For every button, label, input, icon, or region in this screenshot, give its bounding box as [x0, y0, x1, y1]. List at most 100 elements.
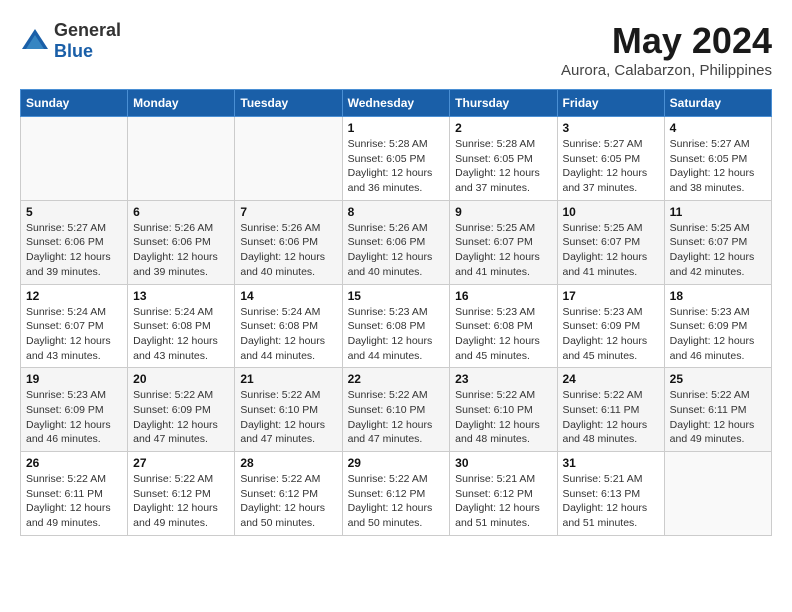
day-number: 9 — [455, 205, 551, 219]
day-number: 20 — [133, 372, 229, 386]
day-info: Sunrise: 5:28 AM Sunset: 6:05 PM Dayligh… — [455, 137, 551, 196]
calendar-cell: 21 Sunrise: 5:22 AM Sunset: 6:10 PM Dayli… — [235, 368, 342, 452]
day-info: Sunrise: 5:22 AM Sunset: 6:12 PM Dayligh… — [133, 472, 229, 531]
day-info: Sunrise: 5:23 AM Sunset: 6:09 PM Dayligh… — [670, 305, 766, 364]
header-friday: Friday — [557, 90, 664, 117]
calendar-cell — [664, 452, 771, 536]
day-info: Sunrise: 5:22 AM Sunset: 6:09 PM Dayligh… — [133, 388, 229, 447]
header-saturday: Saturday — [664, 90, 771, 117]
calendar-cell — [128, 117, 235, 201]
month-title: May 2024 — [561, 20, 772, 62]
calendar-cell: 13 Sunrise: 5:24 AM Sunset: 6:08 PM Dayli… — [128, 284, 235, 368]
day-number: 6 — [133, 205, 229, 219]
day-number: 14 — [240, 289, 336, 303]
calendar-cell: 18 Sunrise: 5:23 AM Sunset: 6:09 PM Dayli… — [664, 284, 771, 368]
calendar-header-row: SundayMondayTuesdayWednesdayThursdayFrid… — [21, 90, 772, 117]
calendar-cell: 14Sunrise: 5:24 AM Sunset: 6:08 PM Dayli… — [235, 284, 342, 368]
calendar-cell: 11 Sunrise: 5:25 AM Sunset: 6:07 PM Dayli… — [664, 200, 771, 284]
calendar-cell: 5 Sunrise: 5:27 AM Sunset: 6:06 PM Daylig… — [21, 200, 128, 284]
day-number: 26 — [26, 456, 122, 470]
calendar-cell — [235, 117, 342, 201]
title-area: May 2024 Aurora, Calabarzon, Philippines — [561, 20, 772, 79]
header-thursday: Thursday — [450, 90, 557, 117]
day-info: Sunrise: 5:22 AM Sunset: 6:12 PM Dayligh… — [240, 472, 336, 531]
page-header: General Blue May 2024 Aurora, Calabarzon… — [20, 20, 772, 79]
day-number: 17 — [563, 289, 659, 303]
week-row-1: 1 Sunrise: 5:28 AM Sunset: 6:05 PM Daylig… — [21, 117, 772, 201]
calendar-cell: 9 Sunrise: 5:25 AM Sunset: 6:07 PM Daylig… — [450, 200, 557, 284]
header-wednesday: Wednesday — [342, 90, 450, 117]
day-number: 8 — [348, 205, 445, 219]
calendar-cell — [21, 117, 128, 201]
day-number: 16 — [455, 289, 551, 303]
calendar-cell: 10Sunrise: 5:25 AM Sunset: 6:07 PM Dayli… — [557, 200, 664, 284]
day-info: Sunrise: 5:24 AM Sunset: 6:08 PM Dayligh… — [133, 305, 229, 364]
day-number: 3 — [563, 121, 659, 135]
day-info: Sunrise: 5:26 AM Sunset: 6:06 PM Dayligh… — [133, 221, 229, 280]
day-info: Sunrise: 5:23 AM Sunset: 6:09 PM Dayligh… — [26, 388, 122, 447]
calendar-cell: 3 Sunrise: 5:27 AM Sunset: 6:05 PM Daylig… — [557, 117, 664, 201]
calendar-cell: 28 Sunrise: 5:22 AM Sunset: 6:12 PM Dayli… — [235, 452, 342, 536]
day-number: 21 — [240, 372, 336, 386]
day-info: Sunrise: 5:22 AM Sunset: 6:10 PM Dayligh… — [240, 388, 336, 447]
header-tuesday: Tuesday — [235, 90, 342, 117]
calendar-cell: 6 Sunrise: 5:26 AM Sunset: 6:06 PM Daylig… — [128, 200, 235, 284]
header-sunday: Sunday — [21, 90, 128, 117]
week-row-5: 26Sunrise: 5:22 AM Sunset: 6:11 PM Dayli… — [21, 452, 772, 536]
day-number: 29 — [348, 456, 445, 470]
day-number: 1 — [348, 121, 445, 135]
day-info: Sunrise: 5:27 AM Sunset: 6:06 PM Dayligh… — [26, 221, 122, 280]
day-info: Sunrise: 5:27 AM Sunset: 6:05 PM Dayligh… — [563, 137, 659, 196]
day-info: Sunrise: 5:25 AM Sunset: 6:07 PM Dayligh… — [670, 221, 766, 280]
day-number: 4 — [670, 121, 766, 135]
calendar-cell: 15 Sunrise: 5:23 AM Sunset: 6:08 PM Dayli… — [342, 284, 450, 368]
day-info: Sunrise: 5:23 AM Sunset: 6:08 PM Dayligh… — [455, 305, 551, 364]
day-info: Sunrise: 5:24 AM Sunset: 6:07 PM Dayligh… — [26, 305, 122, 364]
day-info: Sunrise: 5:22 AM Sunset: 6:12 PM Dayligh… — [348, 472, 445, 531]
day-number: 23 — [455, 372, 551, 386]
day-info: Sunrise: 5:23 AM Sunset: 6:09 PM Dayligh… — [563, 305, 659, 364]
calendar-cell: 26Sunrise: 5:22 AM Sunset: 6:11 PM Dayli… — [21, 452, 128, 536]
calendar-cell: 30 Sunrise: 5:21 AM Sunset: 6:12 PM Dayli… — [450, 452, 557, 536]
calendar-cell: 4Sunrise: 5:27 AM Sunset: 6:05 PM Daylig… — [664, 117, 771, 201]
calendar-cell: 27 Sunrise: 5:22 AM Sunset: 6:12 PM Dayli… — [128, 452, 235, 536]
calendar-cell: 16 Sunrise: 5:23 AM Sunset: 6:08 PM Dayli… — [450, 284, 557, 368]
day-info: Sunrise: 5:22 AM Sunset: 6:10 PM Dayligh… — [455, 388, 551, 447]
day-info: Sunrise: 5:22 AM Sunset: 6:11 PM Dayligh… — [563, 388, 659, 447]
day-info: Sunrise: 5:21 AM Sunset: 6:12 PM Dayligh… — [455, 472, 551, 531]
logo-blue: Blue — [54, 41, 93, 61]
day-info: Sunrise: 5:23 AM Sunset: 6:08 PM Dayligh… — [348, 305, 445, 364]
day-info: Sunrise: 5:25 AM Sunset: 6:07 PM Dayligh… — [455, 221, 551, 280]
logo: General Blue — [20, 20, 121, 62]
logo-general: General — [54, 20, 121, 40]
calendar-cell: 12 Sunrise: 5:24 AM Sunset: 6:07 PM Dayli… — [21, 284, 128, 368]
calendar-cell: 1 Sunrise: 5:28 AM Sunset: 6:05 PM Daylig… — [342, 117, 450, 201]
day-info: Sunrise: 5:26 AM Sunset: 6:06 PM Dayligh… — [348, 221, 445, 280]
day-number: 2 — [455, 121, 551, 135]
day-number: 7 — [240, 205, 336, 219]
day-number: 27 — [133, 456, 229, 470]
calendar-cell: 19Sunrise: 5:23 AM Sunset: 6:09 PM Dayli… — [21, 368, 128, 452]
day-number: 30 — [455, 456, 551, 470]
day-number: 18 — [670, 289, 766, 303]
day-number: 13 — [133, 289, 229, 303]
calendar-cell: 25Sunrise: 5:22 AM Sunset: 6:11 PM Dayli… — [664, 368, 771, 452]
day-number: 24 — [563, 372, 659, 386]
header-monday: Monday — [128, 90, 235, 117]
day-number: 15 — [348, 289, 445, 303]
day-info: Sunrise: 5:26 AM Sunset: 6:06 PM Dayligh… — [240, 221, 336, 280]
day-number: 5 — [26, 205, 122, 219]
calendar-cell: 29 Sunrise: 5:22 AM Sunset: 6:12 PM Dayli… — [342, 452, 450, 536]
day-number: 12 — [26, 289, 122, 303]
calendar-cell: 17 Sunrise: 5:23 AM Sunset: 6:09 PM Dayli… — [557, 284, 664, 368]
day-number: 11 — [670, 205, 766, 219]
location-title: Aurora, Calabarzon, Philippines — [561, 62, 772, 79]
day-number: 28 — [240, 456, 336, 470]
calendar-cell: 7 Sunrise: 5:26 AM Sunset: 6:06 PM Daylig… — [235, 200, 342, 284]
day-number: 31 — [563, 456, 659, 470]
day-number: 22 — [348, 372, 445, 386]
day-info: Sunrise: 5:28 AM Sunset: 6:05 PM Dayligh… — [348, 137, 445, 196]
day-info: Sunrise: 5:21 AM Sunset: 6:13 PM Dayligh… — [563, 472, 659, 531]
day-info: Sunrise: 5:22 AM Sunset: 6:11 PM Dayligh… — [670, 388, 766, 447]
day-number: 10 — [563, 205, 659, 219]
